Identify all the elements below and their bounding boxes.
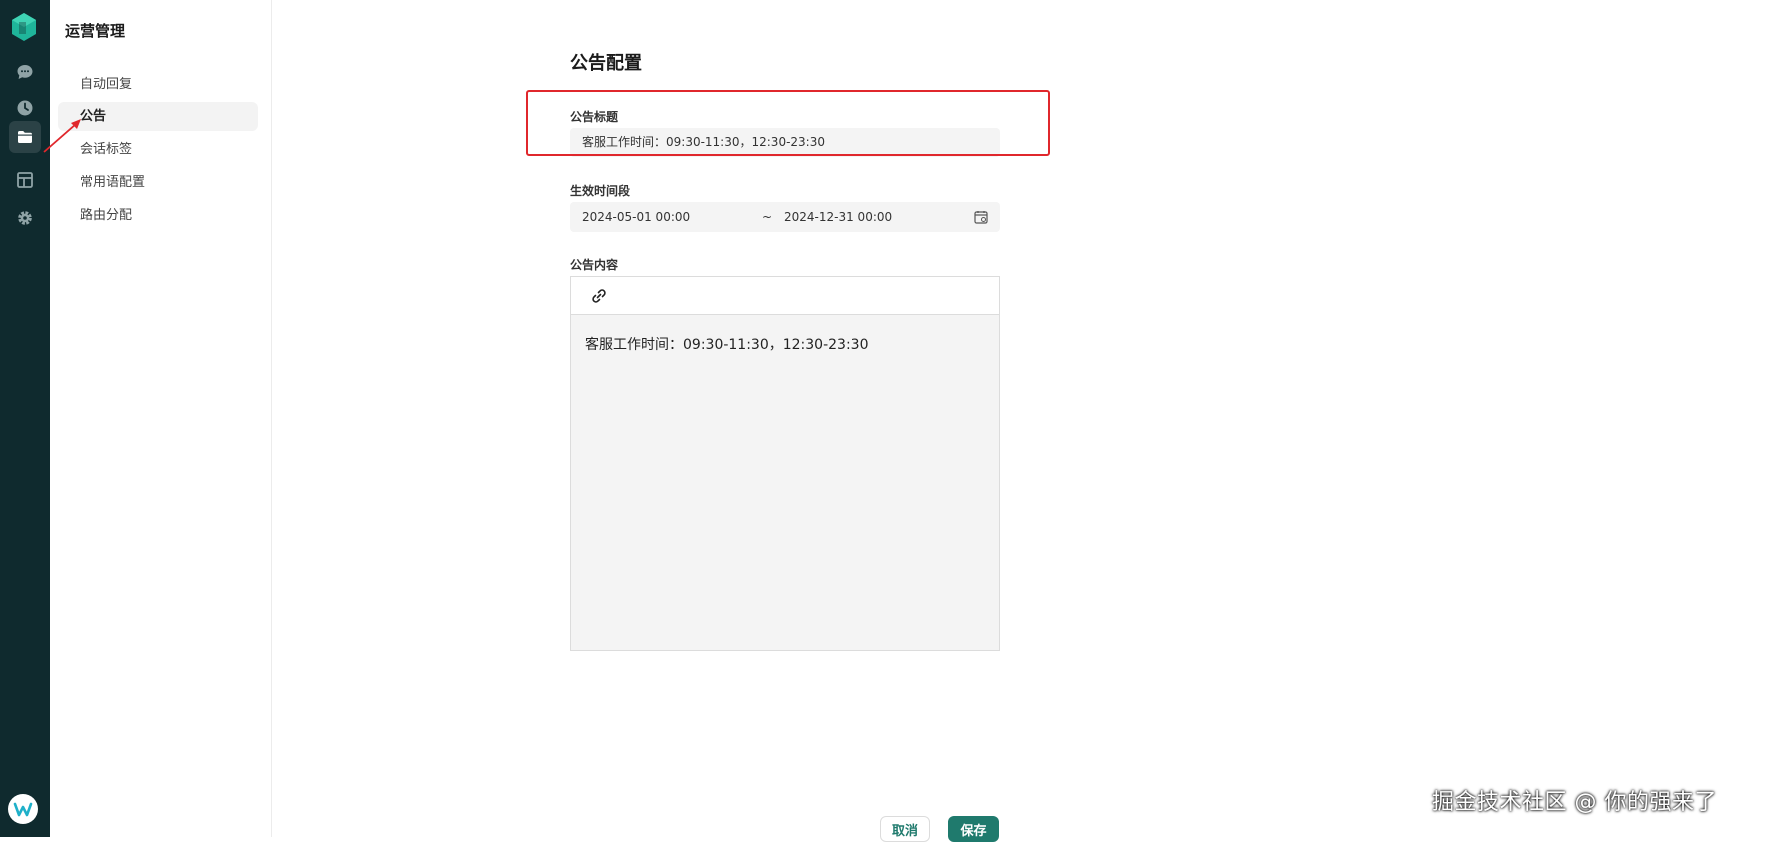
layout-icon: [17, 172, 33, 188]
page-title: 公告配置: [570, 53, 642, 74]
chat-icon: [17, 65, 33, 79]
annotation-highlight-box: [526, 90, 1050, 156]
date-range-picker[interactable]: 2024-05-01 00:00 ~ 2024-12-31 00:00: [570, 202, 1000, 232]
link-icon[interactable]: [589, 286, 609, 306]
avatar[interactable]: [8, 794, 38, 824]
sidebar-item-routing[interactable]: 路由分配: [58, 201, 258, 230]
sidebar: 运营管理 自动回复 公告 会话标签 常用语配置 路由分配: [50, 0, 272, 837]
editor-body[interactable]: 客服工作时间：09:30-11:30，12:30-23:30: [571, 315, 999, 373]
folder-icon: [18, 131, 32, 143]
end-date-input[interactable]: 2024-12-31 00:00: [784, 202, 892, 232]
clock-icon: [17, 100, 33, 116]
sidebar-item-session-tags[interactable]: 会话标签: [58, 135, 258, 164]
editor-toolbar: [571, 277, 999, 315]
sidebar-item-announcement[interactable]: 公告: [58, 102, 258, 131]
rail-history[interactable]: [9, 92, 41, 124]
cancel-button[interactable]: 取消: [880, 816, 930, 842]
gear-icon: [18, 211, 32, 225]
range-separator: ~: [762, 210, 773, 224]
rail-layout[interactable]: [9, 164, 41, 196]
sidebar-item-auto-reply[interactable]: 自动回复: [58, 70, 258, 99]
sidebar-item-phrases[interactable]: 常用语配置: [58, 168, 258, 197]
start-date-input[interactable]: 2024-05-01 00:00: [582, 202, 690, 232]
icon-rail: [0, 0, 50, 837]
calendar-icon[interactable]: [974, 210, 988, 224]
rail-settings[interactable]: [9, 202, 41, 234]
watermark: 掘金技术社区 @ 你的强来了: [1432, 790, 1717, 815]
rich-text-editor[interactable]: 客服工作时间：09:30-11:30，12:30-23:30: [570, 276, 1000, 651]
rail-chat[interactable]: [9, 56, 41, 88]
save-button[interactable]: 保存: [948, 816, 999, 842]
sidebar-title: 运营管理: [65, 22, 126, 40]
user-avatar-icon: [13, 802, 33, 817]
app-logo-icon[interactable]: [11, 12, 37, 42]
main-content: 公告配置 公告标题 客服工作时间：09:30-11:30，12:30-23:30…: [272, 0, 1767, 842]
rail-operations[interactable]: [9, 121, 41, 153]
content-label: 公告内容: [570, 258, 619, 272]
effective-period-label: 生效时间段: [570, 184, 631, 198]
